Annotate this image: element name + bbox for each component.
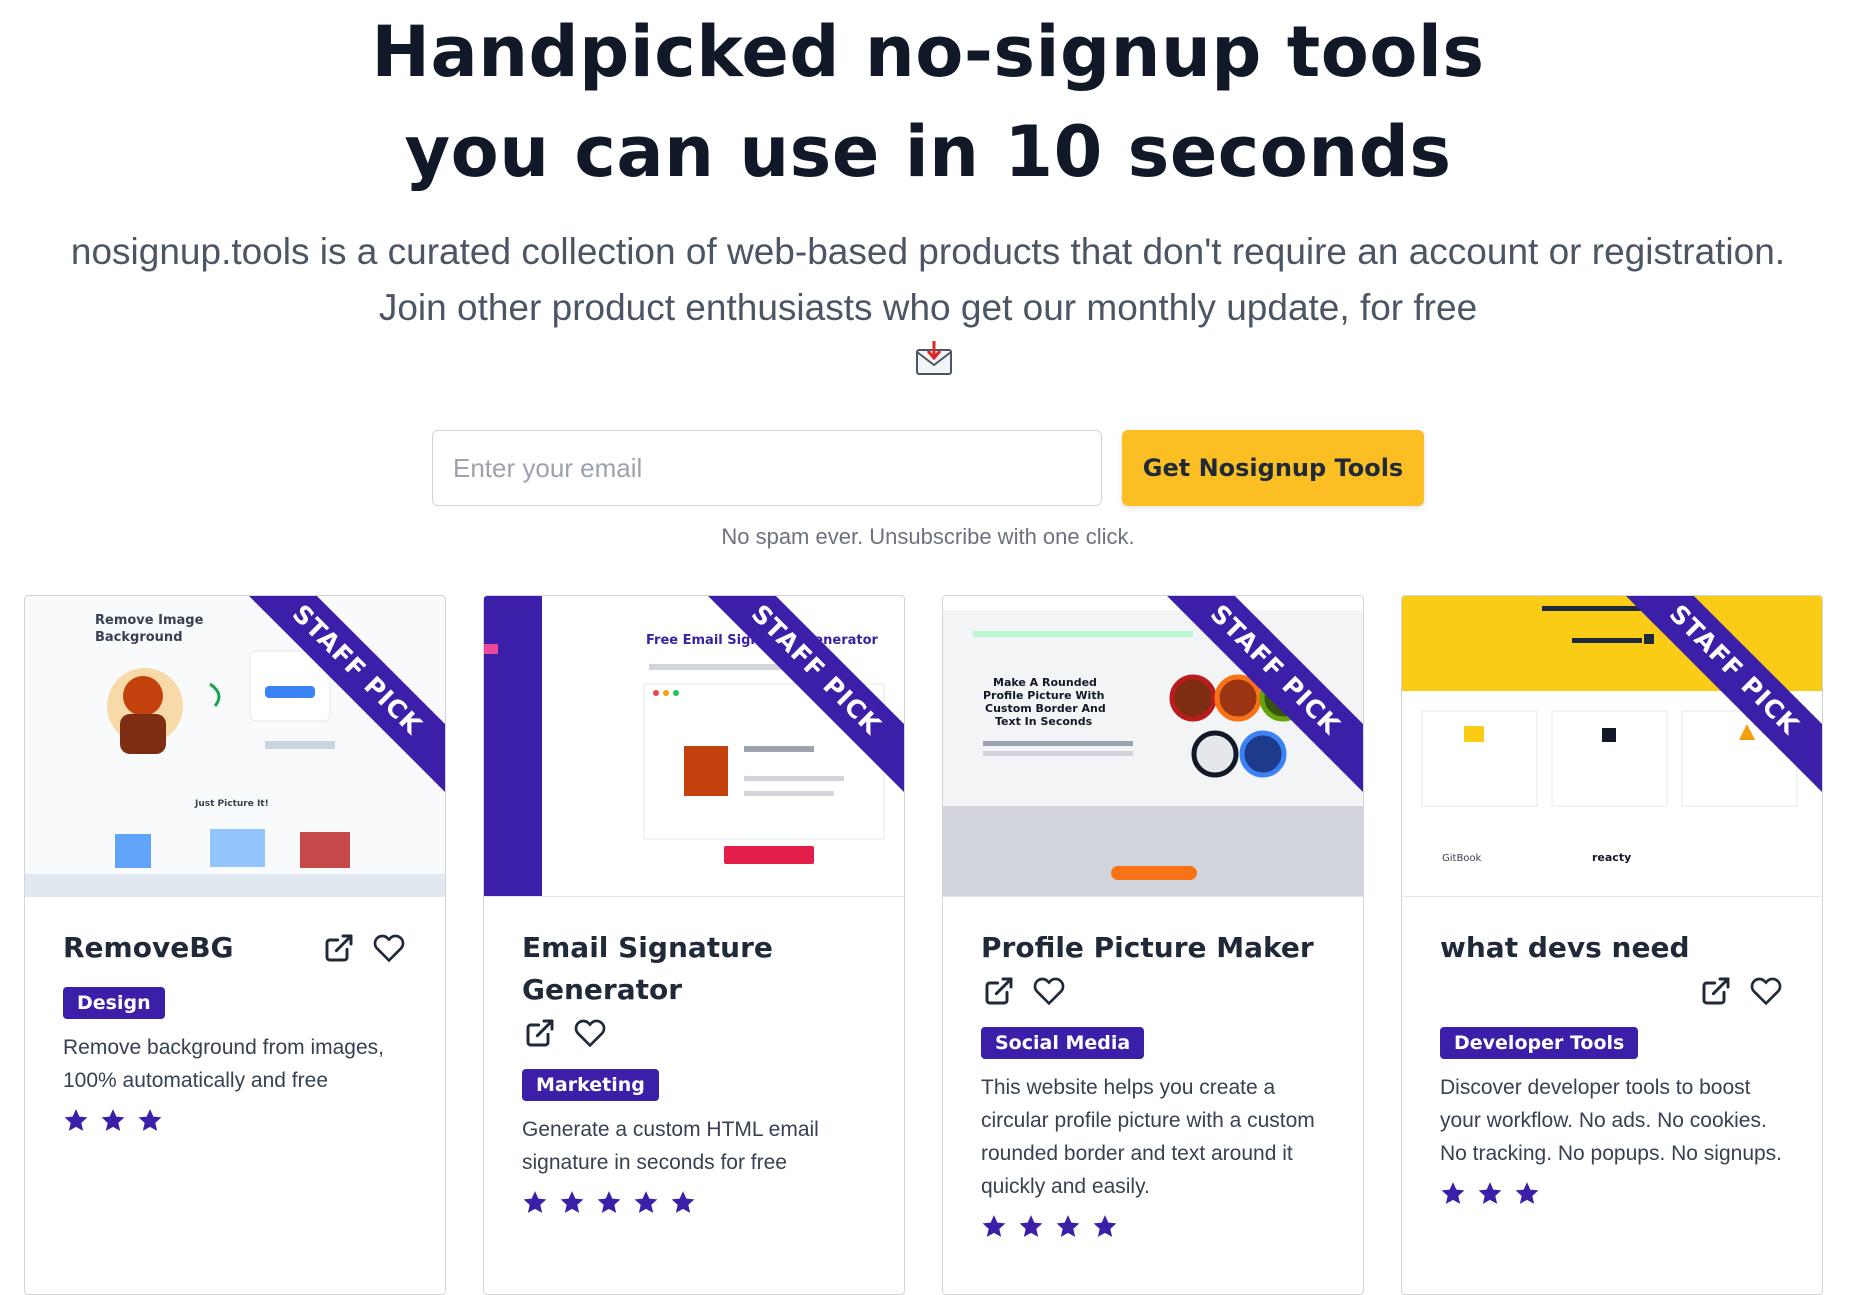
tool-cards: Remove Image Background Just Picture It!…: [24, 595, 1823, 1295]
shot-text: Background: [95, 630, 183, 645]
tool-card-profile-picture-maker[interactable]: Make A Rounded Profile Picture With Cust…: [942, 595, 1364, 1295]
shot-text: Profile Picture With: [983, 689, 1104, 702]
shot-text: reacty: [1592, 851, 1631, 864]
card-body: Email Signature Generator Marketing Gene…: [484, 897, 904, 1215]
tool-card-email-signature-generator[interactable]: Free Email Signature Generator STAFF PIC…: [483, 595, 905, 1295]
removebg-screenshot-image: Remove Image Background Just Picture It!: [25, 596, 445, 896]
title-row: Profile Picture Maker: [981, 927, 1325, 1009]
card-body: what devs need Developer Tools Discover …: [1402, 897, 1822, 1206]
what-devs-need-screenshot-image: GitBook reacty: [1402, 596, 1822, 896]
incoming-envelope-icon: [12, 336, 1856, 392]
tool-card-what-devs-need[interactable]: GitBook reacty STAFF PICK what devs need…: [1401, 595, 1823, 1295]
star-icon: [1478, 1182, 1502, 1204]
email-field[interactable]: [432, 430, 1102, 506]
star-icon: [64, 1109, 88, 1131]
page-title: Handpicked no-signup tools you can use i…: [0, 0, 1856, 202]
card-description: Remove background from images, 100% auto…: [63, 1036, 384, 1092]
star-icon: [560, 1191, 584, 1213]
title-row: RemoveBG: [63, 927, 407, 969]
shot-text: Make A Rounded: [993, 676, 1097, 689]
card-screenshot: Remove Image Background Just Picture It!…: [25, 596, 445, 897]
shot-text: Text In Seconds: [995, 715, 1093, 728]
star-rating: [981, 1213, 1325, 1239]
star-icon: [1441, 1182, 1465, 1204]
get-nosignup-tools-button[interactable]: Get Nosignup Tools: [1122, 430, 1424, 506]
heart-icon[interactable]: [1031, 973, 1067, 1009]
page: Handpicked no-signup tools you can use i…: [0, 0, 1856, 1295]
title-row: Email Signature Generator: [522, 927, 866, 1051]
title-line-2: you can use in 10 seconds: [404, 111, 1452, 193]
card-title[interactable]: what devs need: [1440, 927, 1689, 969]
shot-text: Just Picture It!: [194, 799, 269, 809]
heart-icon[interactable]: [1748, 973, 1784, 1009]
card-screenshot: GitBook reacty STAFF PICK: [1402, 596, 1822, 897]
card-actions: [522, 1015, 866, 1051]
card-body: RemoveBG Design Remove background from i…: [25, 897, 445, 1133]
email-signature-screenshot-image: Free Email Signature Generator: [484, 596, 904, 896]
category-tag[interactable]: Social Media: [981, 1027, 1145, 1059]
subtitle-line-2-wrap: Join other product enthusiasts who get o…: [0, 280, 1856, 392]
star-rating: [63, 1107, 407, 1133]
card-screenshot: Make A Rounded Profile Picture With Cust…: [943, 596, 1363, 897]
star-icon: [671, 1191, 695, 1213]
shot-text: GitBook: [1442, 853, 1482, 864]
heart-icon[interactable]: [371, 930, 407, 966]
external-link-icon[interactable]: [321, 930, 357, 966]
external-link-icon[interactable]: [1698, 973, 1734, 1009]
title-line-1: Handpicked no-signup tools: [371, 11, 1485, 93]
star-icon: [597, 1191, 621, 1213]
card-title[interactable]: Email Signature Generator: [522, 927, 782, 1011]
card-description: Generate a custom HTML email signature i…: [522, 1118, 819, 1174]
subtitle-line-1: nosignup.tools is a curated collection o…: [70, 231, 1786, 272]
no-spam-note: No spam ever. Unsubscribe with one click…: [721, 524, 1135, 549]
subtitle-line-2: Join other product enthusiasts who get o…: [378, 287, 1478, 328]
heart-icon[interactable]: [572, 1015, 608, 1051]
hero: Handpicked no-signup tools you can use i…: [0, 0, 1856, 550]
subtitle: nosignup.tools is a curated collection o…: [0, 224, 1856, 392]
card-actions: [1698, 973, 1784, 1009]
external-link-icon[interactable]: [981, 973, 1017, 1009]
star-icon: [1093, 1215, 1117, 1237]
title-row: what devs need: [1440, 927, 1784, 1009]
star-icon: [634, 1191, 658, 1213]
card-title[interactable]: Profile Picture Maker: [981, 927, 1314, 969]
card-actions: [981, 973, 1325, 1009]
star-icon: [982, 1215, 1006, 1237]
category-tag[interactable]: Developer Tools: [1440, 1027, 1639, 1059]
profile-picture-screenshot-image: Make A Rounded Profile Picture With Cust…: [943, 596, 1363, 896]
star-icon: [1019, 1215, 1043, 1237]
star-icon: [1515, 1182, 1539, 1204]
signup-form: Get Nosignup Tools: [0, 430, 1856, 506]
card-title[interactable]: RemoveBG: [63, 927, 234, 969]
shot-text: Remove Image: [95, 613, 204, 628]
external-link-icon[interactable]: [522, 1015, 558, 1051]
card-actions: [321, 930, 407, 966]
card-description: Discover developer tools to boost your w…: [1440, 1076, 1783, 1165]
star-icon: [1056, 1215, 1080, 1237]
tool-card-removebg[interactable]: Remove Image Background Just Picture It!…: [24, 595, 446, 1295]
card-description: This website helps you create a circular…: [981, 1076, 1315, 1198]
star-rating: [522, 1189, 866, 1215]
star-rating: [1440, 1180, 1784, 1206]
star-icon: [138, 1109, 162, 1131]
category-tag[interactable]: Marketing: [522, 1069, 659, 1101]
star-icon: [101, 1109, 125, 1131]
card-body: Profile Picture Maker Social Media This …: [943, 897, 1363, 1239]
star-icon: [523, 1191, 547, 1213]
category-tag[interactable]: Design: [63, 987, 165, 1019]
card-screenshot: Free Email Signature Generator STAFF PIC…: [484, 596, 904, 897]
shot-text: Custom Border And: [985, 702, 1106, 715]
